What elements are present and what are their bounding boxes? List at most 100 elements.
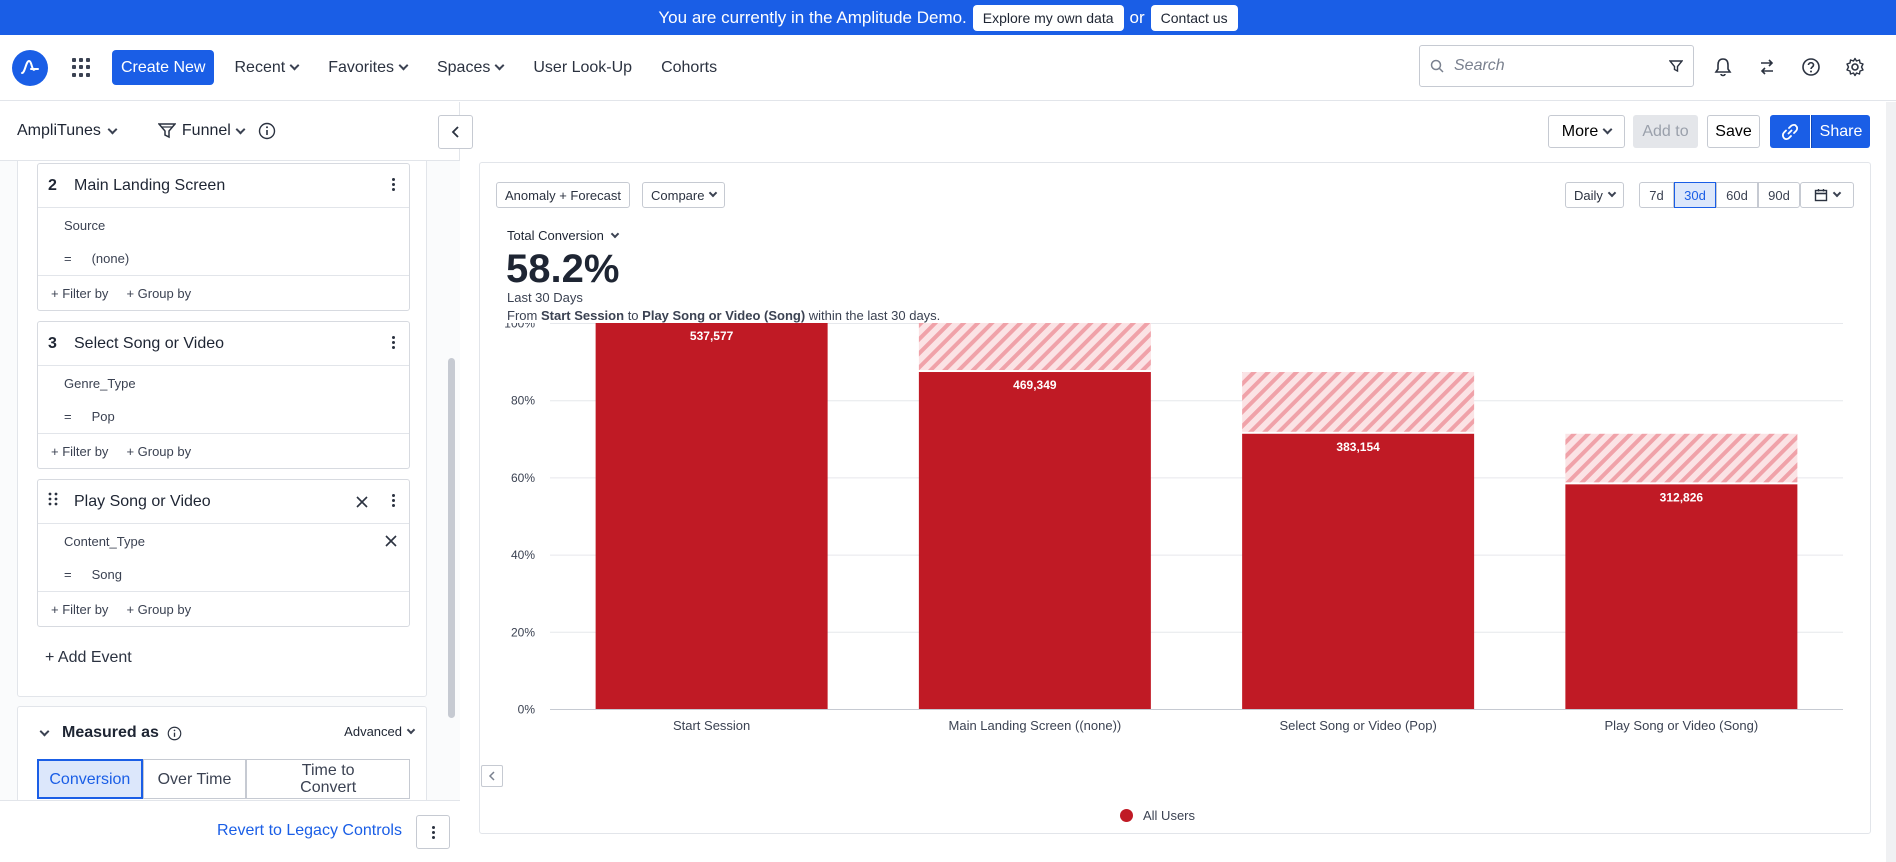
nav-spaces[interactable]: Spaces (437, 59, 505, 77)
query-panel: AmpliTunes Funnel 2 Main Landing Screen S… (0, 102, 473, 862)
step-number: 3 (48, 334, 57, 352)
add-to-button[interactable]: Add to (1633, 115, 1698, 148)
remove-filter-icon[interactable] (385, 535, 397, 547)
filter-property[interactable]: Content_Type (38, 524, 409, 558)
chevron-down-icon (1832, 188, 1842, 198)
filter-operator[interactable]: = (64, 251, 72, 266)
conversion-bar[interactable] (918, 372, 1151, 709)
chart-type-selector[interactable]: Funnel (157, 122, 246, 140)
project-selector[interactable]: AmpliTunes (17, 122, 118, 140)
revert-legacy-link[interactable]: Revert to Legacy Controls (217, 822, 402, 840)
panel-scrollbar[interactable] (448, 358, 455, 718)
explore-data-button[interactable]: Explore my own data (972, 4, 1124, 31)
filter-by-button[interactable]: + Filter by (51, 602, 108, 617)
events-card: 2 Main Landing Screen Source = (none) + Fi… (17, 161, 427, 697)
filter-by-button[interactable]: + Filter by (51, 444, 108, 459)
funnel-icon (157, 123, 176, 139)
compare-button[interactable]: Compare (642, 182, 726, 208)
anomaly-forecast-button[interactable]: Anomaly + Forecast (496, 182, 630, 208)
conversion-value: 58.2% (506, 247, 620, 291)
drag-handle-icon[interactable] (48, 492, 74, 511)
filter-by-button[interactable]: + Filter by (51, 286, 108, 301)
filter-value[interactable]: Pop (92, 409, 115, 424)
filter-operator[interactable]: = (64, 409, 72, 424)
filter-value[interactable]: Song (92, 567, 122, 582)
conversion-bar[interactable] (1242, 433, 1475, 709)
tab-over-time[interactable]: Over Time (142, 759, 247, 799)
chevron-down-icon (289, 60, 300, 71)
conversion-bar[interactable] (595, 323, 828, 709)
chart-legend[interactable]: All Users (1120, 808, 1195, 823)
funnel-bar-chart: 0% 20% 40% 60% 80% 100% 537,577 Start Session 46… (504, 323, 1843, 733)
close-icon[interactable] (356, 496, 368, 508)
dropoff-bar (1242, 372, 1475, 432)
kebab-icon[interactable] (416, 815, 450, 849)
top-nav: Create New Recent Favorites Spaces User … (0, 35, 1896, 101)
filter-icon[interactable] (1669, 59, 1683, 73)
date-picker-button[interactable] (1800, 182, 1854, 208)
tab-time-to-convert[interactable]: Time to Convert (246, 759, 411, 799)
funnel-step[interactable]: 3 Select Song or Video Genre_Type = Pop + … (37, 321, 410, 469)
share-button[interactable]: Share (1811, 115, 1870, 148)
collapse-table-button[interactable] (481, 765, 503, 787)
info-icon[interactable] (167, 726, 182, 741)
add-event-button[interactable]: + Add Event (45, 649, 132, 667)
conversion-bar[interactable] (1565, 484, 1798, 709)
funnel-step[interactable]: Play Song or Video Content_Type = Song + … (37, 479, 410, 627)
switch-icon[interactable] (1756, 56, 1778, 78)
kebab-icon[interactable] (392, 178, 395, 191)
nav-user-lookup[interactable]: User Look-Up (533, 59, 632, 77)
page-scrollbar[interactable] (1886, 102, 1896, 862)
tab-conversion[interactable]: Conversion (37, 759, 143, 799)
more-button[interactable]: More (1548, 115, 1625, 148)
chart-card: Anomaly + Forecast Compare Daily 7d 30d … (479, 162, 1871, 834)
x-category-label: Select Song or Video (Pop) (1279, 718, 1436, 733)
chevron-left-icon (488, 771, 495, 781)
kebab-icon[interactable] (392, 336, 395, 349)
info-icon[interactable] (258, 122, 276, 140)
copy-link-button[interactable] (1770, 115, 1810, 148)
group-by-button[interactable]: + Group by (126, 444, 191, 459)
link-icon (1781, 123, 1799, 140)
contact-us-button[interactable]: Contact us (1150, 4, 1238, 31)
nav-recent[interactable]: Recent (234, 59, 300, 77)
step-event-name[interactable]: Main Landing Screen (74, 177, 225, 195)
advanced-dropdown[interactable]: Advanced (344, 724, 416, 739)
nav-cohorts[interactable]: Cohorts (661, 59, 717, 77)
range-90d[interactable]: 90d (1758, 182, 1800, 208)
collapse-panel-button[interactable] (438, 115, 473, 149)
metric-selector[interactable]: Total Conversion (507, 228, 620, 243)
kebab-icon[interactable] (392, 494, 395, 507)
filter-property[interactable]: Genre_Type (38, 366, 409, 400)
group-by-button[interactable]: + Group by (126, 602, 191, 617)
filter-property[interactable]: Source (38, 208, 409, 242)
y-tick-label: 60% (511, 471, 535, 485)
conversion-description: From Start Session to Play Song or Video… (507, 308, 941, 323)
step-event-name[interactable]: Select Song or Video (74, 335, 224, 353)
range-60d[interactable]: 60d (1716, 182, 1758, 208)
interval-dropdown[interactable]: Daily (1565, 182, 1624, 208)
group-by-button[interactable]: + Group by (126, 286, 191, 301)
chevron-down-icon (107, 124, 118, 134)
range-7d[interactable]: 7d (1639, 182, 1674, 208)
step-event-name[interactable]: Play Song or Video (74, 493, 211, 511)
apps-grid-icon[interactable] (72, 57, 92, 78)
funnel-step[interactable]: 2 Main Landing Screen Source = (none) + Fi… (37, 163, 410, 311)
filter-operator[interactable]: = (64, 567, 72, 582)
filter-value[interactable]: (none) (92, 251, 130, 266)
search-input[interactable]: Search (1419, 45, 1694, 87)
y-tick-label: 0% (518, 703, 536, 717)
amplitude-logo-icon[interactable] (12, 49, 48, 86)
bell-icon[interactable] (1712, 56, 1734, 78)
nav-favorites[interactable]: Favorites (328, 59, 409, 77)
range-30d[interactable]: 30d (1674, 182, 1716, 208)
create-new-button[interactable]: Create New (112, 50, 215, 85)
chevron-down-icon[interactable] (39, 726, 50, 736)
save-button[interactable]: Save (1707, 115, 1760, 148)
x-category-label: Play Song or Video (Song) (1605, 718, 1759, 733)
search-icon (1430, 59, 1444, 73)
chevron-down-icon (398, 60, 409, 71)
banner-message: You are currently in the Amplitude Demo. (658, 7, 967, 27)
gear-icon[interactable] (1844, 56, 1866, 78)
help-icon[interactable] (1800, 56, 1822, 78)
